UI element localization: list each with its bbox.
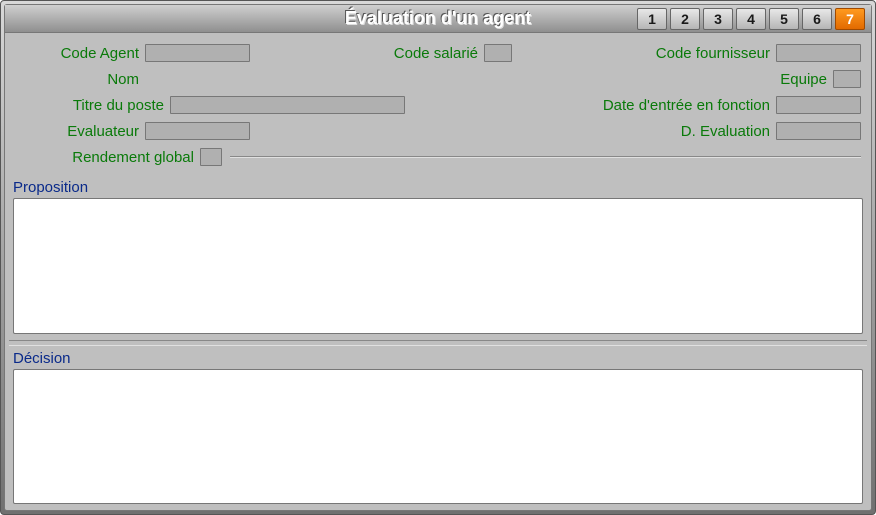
label-decision: Décision <box>5 346 871 369</box>
label-code-salarie: Code salarié <box>394 45 484 62</box>
field-d-evaluation[interactable] <box>776 122 861 140</box>
label-equipe: Equipe <box>780 71 833 88</box>
label-nom: Nom <box>15 71 145 88</box>
textarea-proposition[interactable] <box>13 198 863 334</box>
titlebar: Évaluation d'un agent 1 2 3 4 5 6 7 <box>5 5 871 33</box>
tab-2[interactable]: 2 <box>670 8 700 30</box>
field-evaluateur[interactable] <box>145 122 250 140</box>
tab-6[interactable]: 6 <box>802 8 832 30</box>
window: Évaluation d'un agent 1 2 3 4 5 6 7 Code… <box>4 4 872 511</box>
divider-line <box>230 156 861 158</box>
label-evaluateur: Evaluateur <box>15 123 145 140</box>
tab-1[interactable]: 1 <box>637 8 667 30</box>
content: Code Agent Code salarié Code fournisseur… <box>5 33 871 510</box>
label-date-entree: Date d'entrée en fonction <box>603 97 776 114</box>
field-titre-poste[interactable] <box>170 96 405 114</box>
tab-7[interactable]: 7 <box>835 8 865 30</box>
label-code-fournisseur: Code fournisseur <box>656 45 776 62</box>
field-code-fournisseur[interactable] <box>776 44 861 62</box>
label-d-evaluation: D. Evaluation <box>681 123 776 140</box>
form-area: Code Agent Code salarié Code fournisseur… <box>5 33 871 175</box>
field-rendement-global[interactable] <box>200 148 222 166</box>
field-date-entree[interactable] <box>776 96 861 114</box>
label-proposition: Proposition <box>5 175 871 198</box>
tab-4[interactable]: 4 <box>736 8 766 30</box>
label-rendement-global: Rendement global <box>15 149 200 166</box>
field-code-salarie[interactable] <box>484 44 512 62</box>
tab-strip: 1 2 3 4 5 6 7 <box>637 8 871 30</box>
label-titre-poste: Titre du poste <box>15 97 170 114</box>
field-equipe[interactable] <box>833 70 861 88</box>
textarea-decision[interactable] <box>13 369 863 505</box>
tab-3[interactable]: 3 <box>703 8 733 30</box>
field-code-agent[interactable] <box>145 44 250 62</box>
tab-5[interactable]: 5 <box>769 8 799 30</box>
label-code-agent: Code Agent <box>15 45 145 62</box>
window-frame: Évaluation d'un agent 1 2 3 4 5 6 7 Code… <box>0 0 876 515</box>
